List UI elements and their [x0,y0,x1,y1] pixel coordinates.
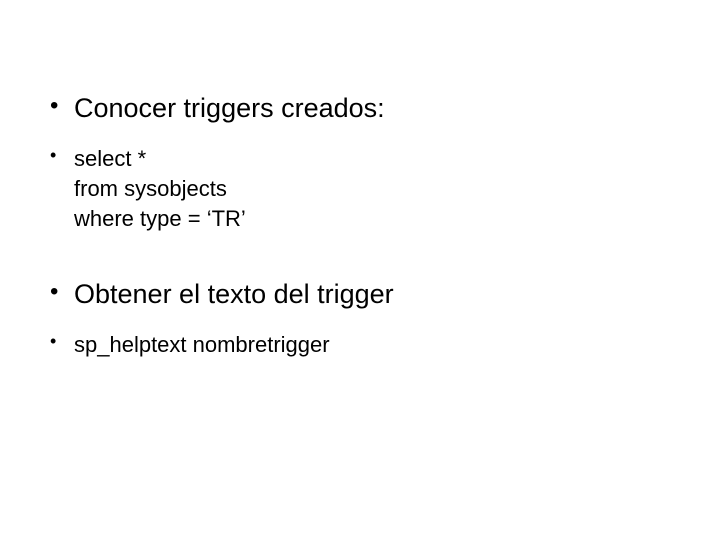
list-item: • Conocer triggers creados: [50,90,670,126]
bullet-text: select * from sysobjects where type = ‘T… [74,144,246,233]
list-item: • sp_helptext nombretrigger [50,330,670,360]
bullet-text: Obtener el texto del trigger [74,276,394,312]
bullet-icon: • [50,144,60,167]
bullet-icon: • [50,330,60,353]
bullet-text: Conocer triggers creados: [74,90,385,126]
bullet-icon: • [50,90,60,122]
bullet-text: sp_helptext nombretrigger [74,330,330,360]
list-item: • select * from sysobjects where type = … [50,144,670,233]
list-item: • Obtener el texto del trigger [50,276,670,312]
slide-content: • Conocer triggers creados: • select * f… [50,90,670,360]
bullet-icon: • [50,276,60,308]
